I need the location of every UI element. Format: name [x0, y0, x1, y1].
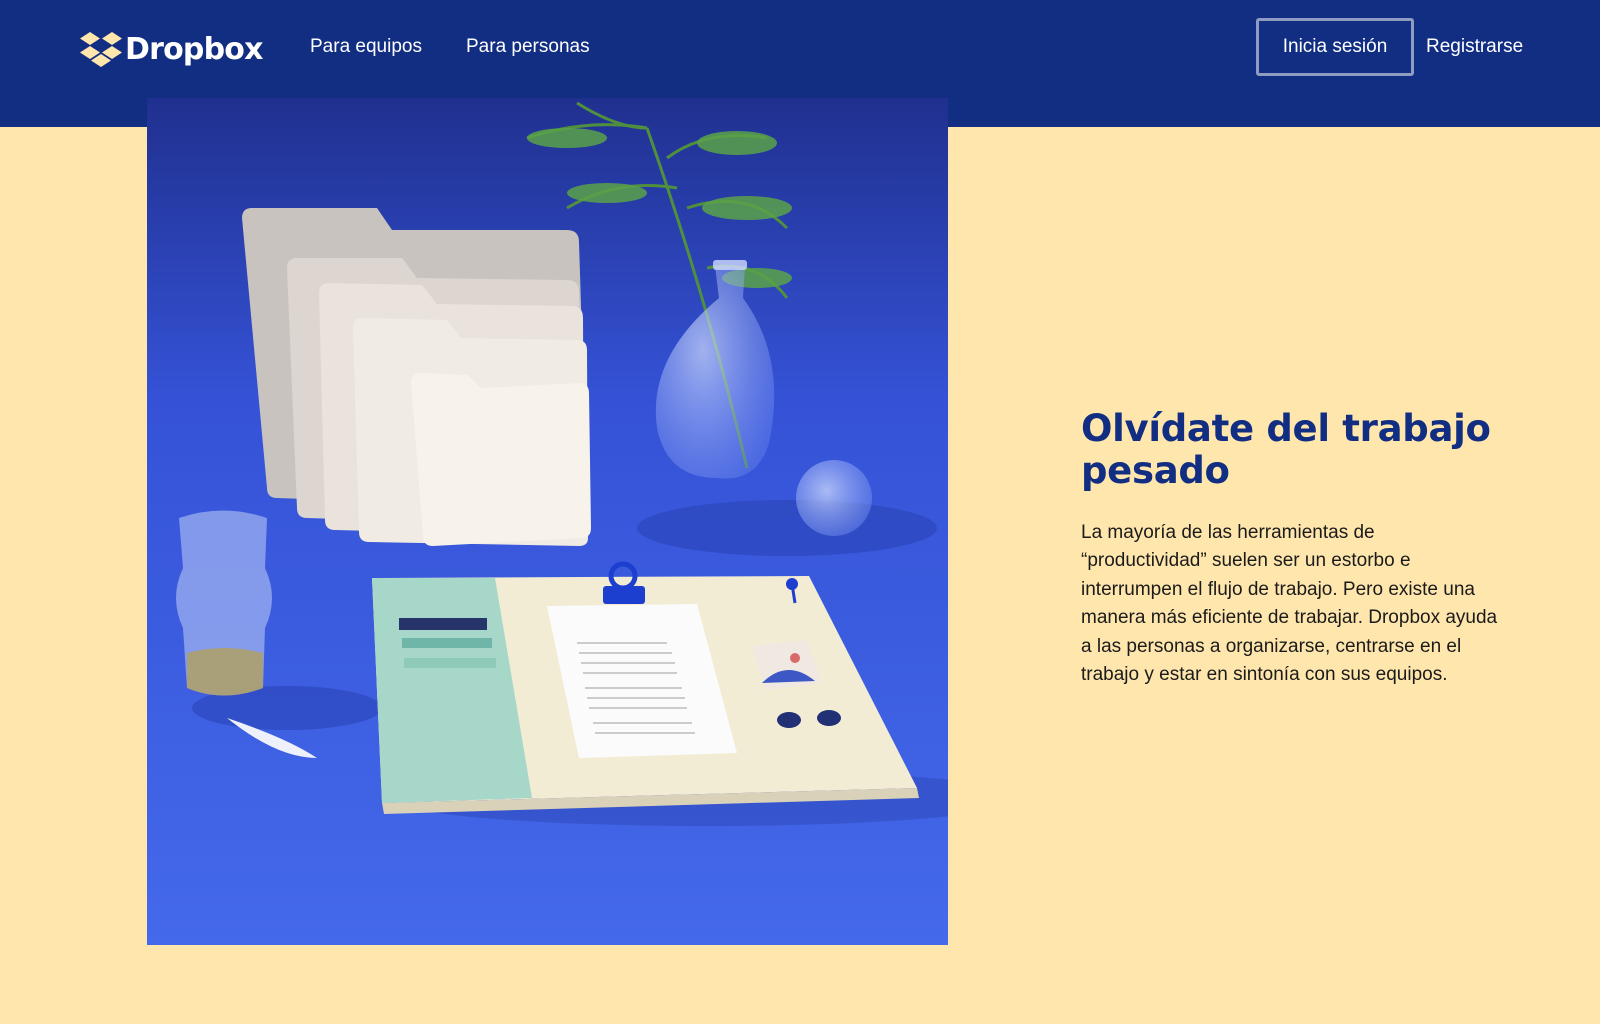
- hero-photo: [147, 98, 948, 945]
- login-button[interactable]: Inicia sesión: [1256, 18, 1414, 76]
- hero-photo-illustration: [147, 98, 948, 945]
- hero-copy: Olvídate del trabajo pesado La mayoría d…: [1081, 408, 1521, 689]
- folder-stack: [242, 208, 591, 546]
- glass-sphere: [796, 460, 872, 536]
- drinking-glass: [176, 510, 272, 696]
- nav-link-teams[interactable]: Para equipos: [310, 36, 422, 58]
- hero-headline: Olvídate del trabajo pesado: [1081, 407, 1491, 492]
- top-nav: Dropbox Para equipos Para personas Inici…: [0, 0, 1600, 97]
- dropbox-box-icon: [80, 32, 122, 67]
- dropbox-logo[interactable]: Dropbox: [80, 29, 263, 69]
- register-link[interactable]: Registrarse: [1426, 36, 1523, 58]
- logo-wordmark: Dropbox: [125, 31, 263, 67]
- nav-link-people[interactable]: Para personas: [466, 36, 590, 58]
- hero-body-text: La mayoría de las herramientas de “produ…: [1081, 522, 1498, 686]
- login-button-label: Inicia sesión: [1282, 36, 1388, 57]
